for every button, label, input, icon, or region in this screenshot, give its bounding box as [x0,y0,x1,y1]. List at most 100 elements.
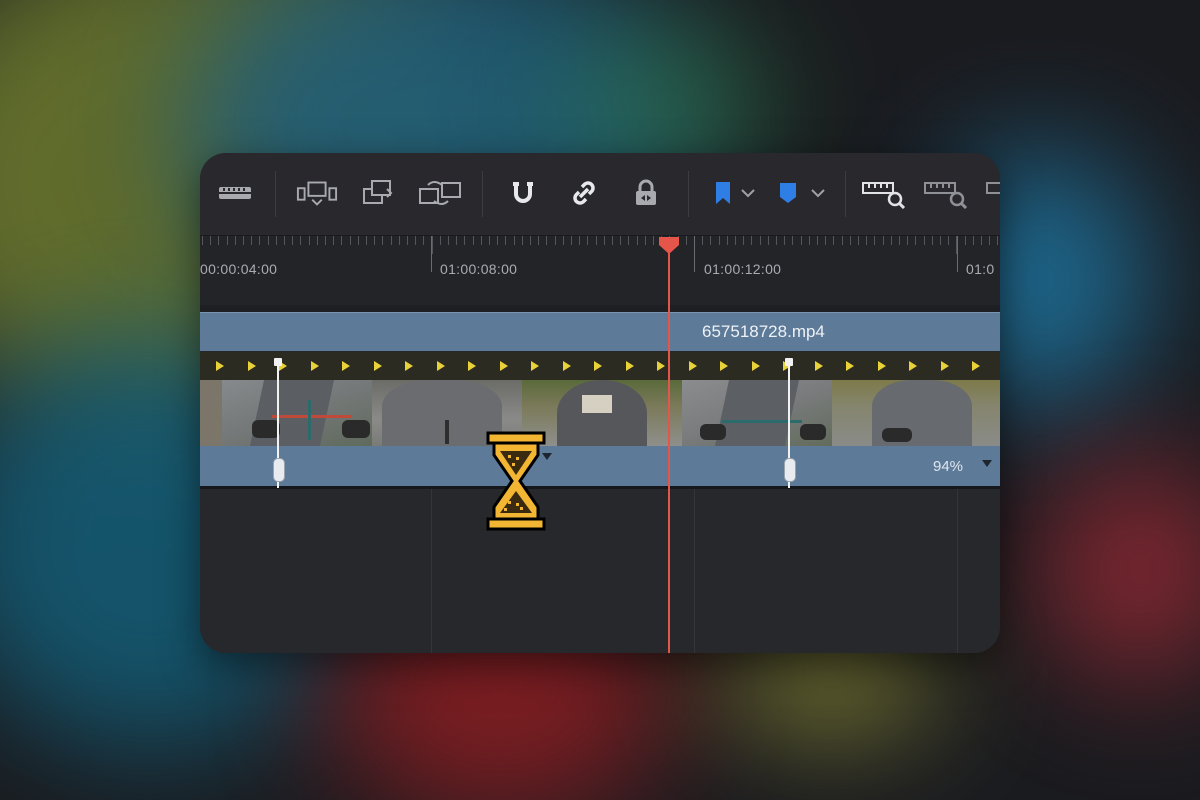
ruler-tick [382,236,383,245]
ruler-tick [538,236,539,245]
clip-name: 657518728.mp4 [702,322,825,341]
retime-speed-bar[interactable]: 94% [200,446,1000,489]
ruler-tick [300,236,301,245]
position-lock-icon[interactable] [628,175,664,211]
video-clip-header[interactable]: 657518728.mp4 [200,312,1000,351]
playhead-handle[interactable] [657,235,681,255]
ruler-tick [432,236,433,254]
ruler-tick [924,236,925,245]
marker-icon[interactable] [770,175,806,211]
ruler-tick [399,236,400,245]
speed-arrow-icon [437,361,445,371]
ruler-tick [374,236,375,245]
speed-arrow-icon [248,361,256,371]
ruler-tick [218,236,219,245]
ruler-tick [907,236,908,245]
ruler-tick [686,236,687,245]
speed-arrow-icon [815,361,823,371]
zoom-to-fit-icon[interactable] [860,175,908,211]
ruler-tick [948,236,949,245]
ruler-tick [727,236,728,245]
ruler-tick [243,236,244,245]
retime-handle[interactable] [781,358,797,488]
ruler-tick [637,236,638,245]
ruler-tick [268,236,269,245]
ruler-tick [776,236,777,245]
ruler-tick [284,236,285,245]
speed-arrow-icon [972,361,980,371]
detail-zoom-icon[interactable] [922,175,970,211]
retime-handle[interactable] [270,358,286,488]
speed-arrow-icon [468,361,476,371]
ruler-tick [341,236,342,245]
marker-dropdown-chevron-icon[interactable] [805,175,831,211]
ruler-tick [481,236,482,245]
speed-change-strip[interactable] [200,352,1000,380]
speed-arrow-icon [405,361,413,371]
ruler-tick [596,236,597,245]
ruler-tick [497,236,498,245]
ruler-tick [612,236,613,245]
speed-arrow-icon [374,361,382,371]
ruler-tick [489,236,490,245]
ruler-tick [202,236,203,245]
ruler-tick [997,236,998,245]
ruler-tick [653,236,654,245]
speed-arrow-icon [626,361,634,371]
ruler-tick [563,236,564,245]
ruler-tick [473,236,474,245]
ruler-tick [866,236,867,245]
ruler-tick [891,236,892,245]
ruler-tick [825,236,826,245]
ruler-major-tick [694,236,695,272]
speed-arrow-icon [846,361,854,371]
ruler-tick [628,236,629,245]
timecode-ruler[interactable]: 00:00:04:00 01:00:08:00 01:00:12:00 01:0 [200,235,1000,306]
ruler-tick [801,236,802,245]
overwrite-clip-icon[interactable] [360,175,396,211]
ruler-tick [366,236,367,245]
flag-dropdown-chevron-icon[interactable] [735,175,761,211]
ruler-tick [858,236,859,245]
speed-arrow-icon [500,361,508,371]
clip-thumbnails[interactable] [200,380,1000,446]
replace-clip-icon[interactable] [418,175,464,211]
insert-clip-icon[interactable] [296,175,338,211]
ruler-tick [448,236,449,245]
ruler-tick [251,236,252,245]
razor-blade-icon[interactable] [217,175,253,211]
ruler-tick [899,236,900,245]
ruler-tick [874,236,875,245]
ruler-tick [702,236,703,245]
ruler-tick [833,236,834,245]
playhead-line[interactable] [668,245,670,653]
clip-speed-percentage[interactable]: 94% [933,458,963,475]
ruler-tick [276,236,277,245]
hourglass-busy-icon [486,431,546,531]
ruler-tick [456,236,457,245]
ruler-tick [325,236,326,245]
ruler-tick [309,236,310,245]
ruler-tick [259,236,260,245]
ruler-tick [415,236,416,245]
zoom-out-icon[interactable] [984,175,1000,211]
timecode-label: 01:00:08:00 [440,261,518,277]
timeline-panel: 00:00:04:00 01:00:08:00 01:00:12:00 01:0… [200,153,1000,653]
speed-arrow-icon [594,361,602,371]
speed-menu-arrow-icon[interactable] [982,460,992,467]
snapping-magnet-icon[interactable] [505,175,541,211]
ruler-tick [407,236,408,245]
ruler-tick [735,236,736,245]
linked-selection-icon[interactable] [566,175,602,211]
ruler-tick [883,236,884,245]
ruler-tick [850,236,851,245]
empty-track-area[interactable] [200,489,1000,653]
ruler-tick [751,236,752,245]
ruler-tick [915,236,916,245]
ruler-tick [522,236,523,245]
ruler-tick [784,236,785,245]
speed-arrow-icon [909,361,917,371]
ruler-tick [317,236,318,245]
ruler-tick [440,236,441,245]
ruler-tick [235,236,236,245]
